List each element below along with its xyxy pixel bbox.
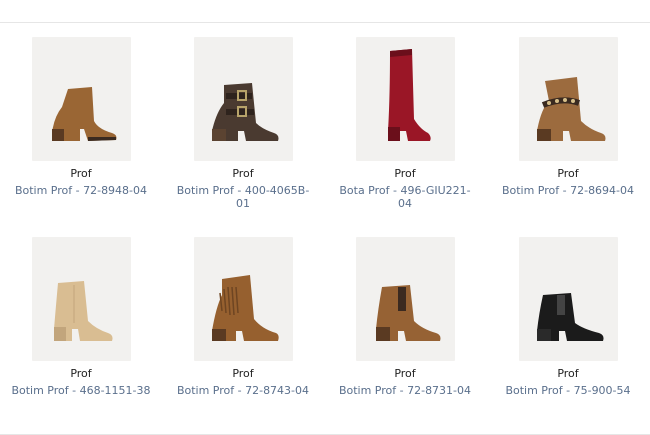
product-card[interactable]: Prof Botim Prof - 468-1151-38: [0, 237, 162, 397]
product-name-link[interactable]: Botim Prof - 72-8743-04: [162, 384, 324, 397]
fringe-boot-brown-icon: [211, 275, 279, 341]
product-brand: Prof: [557, 367, 579, 380]
product-brand: Prof: [232, 167, 254, 180]
product-image[interactable]: [518, 37, 618, 161]
product-name-link[interactable]: Botim Prof - 72-8731-04: [324, 384, 486, 397]
product-image[interactable]: [518, 237, 618, 361]
top-divider: [0, 22, 650, 23]
product-brand: Prof: [394, 367, 416, 380]
product-image[interactable]: [193, 37, 293, 161]
studded-boot-tan-icon: [536, 77, 605, 141]
ankle-boot-beige-icon: [53, 281, 112, 341]
ankle-boot-brown-icon: [51, 87, 116, 141]
product-name-link[interactable]: Botim Prof - 75-900-54: [487, 384, 649, 397]
product-card[interactable]: Prof Botim Prof - 72-8743-04: [162, 237, 324, 397]
product-brand: Prof: [70, 367, 92, 380]
product-card[interactable]: Prof Botim Prof - 72-8694-04: [487, 37, 649, 197]
product-name-link[interactable]: Botim Prof - 468-1151-38: [0, 384, 162, 397]
chelsea-boot-brown-icon: [375, 285, 440, 341]
product-brand: Prof: [394, 167, 416, 180]
product-card[interactable]: Prof Botim Prof - 75-900-54: [487, 237, 649, 397]
product-image[interactable]: [31, 37, 131, 161]
product-brand: Prof: [557, 167, 579, 180]
product-brand: Prof: [70, 167, 92, 180]
buckle-boot-dark-icon: [211, 83, 278, 141]
product-name-link[interactable]: Botim Prof - 400-4065B-01: [162, 184, 324, 210]
product-image[interactable]: [355, 237, 455, 361]
product-name-link[interactable]: Bota Prof - 496-GIU221-04: [324, 184, 486, 210]
product-name-link[interactable]: Botim Prof - 72-8948-04: [0, 184, 162, 197]
product-image[interactable]: [31, 237, 131, 361]
product-card[interactable]: Prof Botim Prof - 400-4065B-01: [162, 37, 324, 210]
product-card[interactable]: Prof Botim Prof - 72-8731-04: [324, 237, 486, 397]
product-name-link[interactable]: Botim Prof - 72-8694-04: [487, 184, 649, 197]
product-card[interactable]: Prof Bota Prof - 496-GIU221-04: [324, 37, 486, 210]
product-card[interactable]: Prof Botim Prof - 72-8948-04: [0, 37, 162, 197]
product-image[interactable]: [193, 237, 293, 361]
product-brand: Prof: [232, 367, 254, 380]
tall-boot-red-icon: [387, 49, 431, 141]
product-image[interactable]: [355, 37, 455, 161]
chelsea-boot-black-icon: [536, 293, 603, 341]
